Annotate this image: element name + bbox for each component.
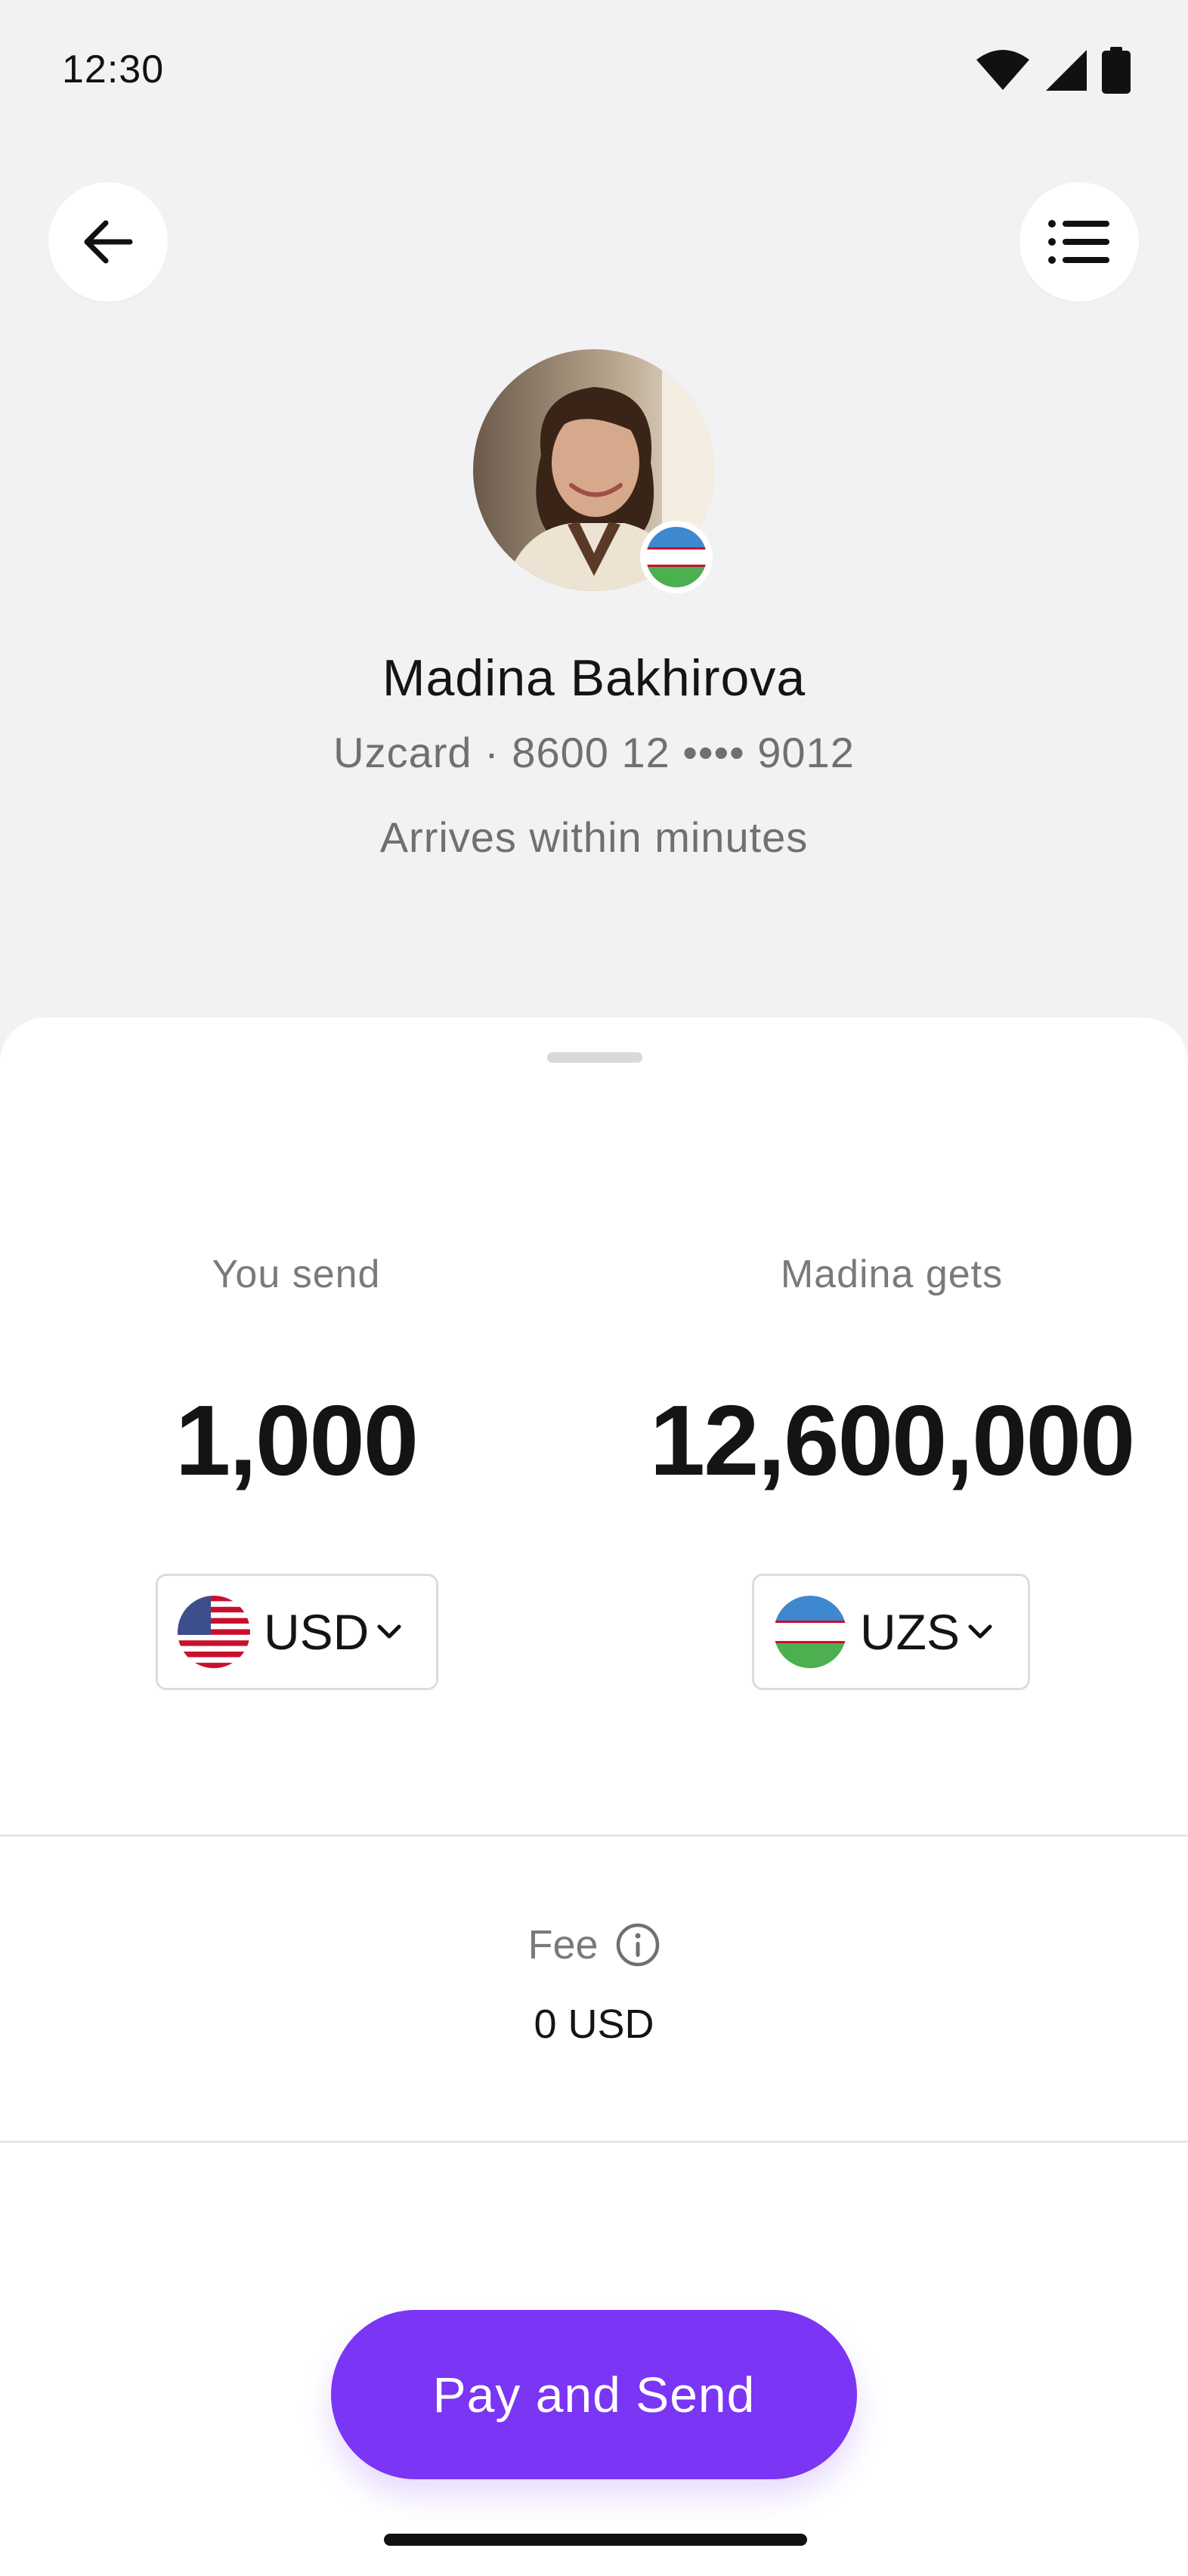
fee-value: 0 USD	[534, 2002, 654, 2047]
receive-currency-code: UZS	[860, 1604, 960, 1660]
chevron-down-icon	[968, 1624, 992, 1639]
receive-currency-selector[interactable]: UZS	[752, 1574, 1030, 1690]
recipient-card: Uzcard · 8600 12 •••• 9012	[333, 729, 855, 776]
chevron-down-icon	[377, 1624, 401, 1639]
battery-icon	[1102, 47, 1131, 94]
send-currency-selector[interactable]: USD	[156, 1574, 438, 1690]
fee-row: Fee	[0, 1921, 1188, 1968]
list-icon	[1048, 220, 1109, 264]
receive-amount-input[interactable]: 12,600,000	[597, 1383, 1186, 1497]
us-flag-icon	[178, 1596, 250, 1668]
status-icons	[975, 47, 1131, 94]
divider	[0, 1834, 1188, 1837]
uzbekistan-flag-badge	[640, 521, 713, 593]
pay-and-send-button[interactable]: Pay and Send	[331, 2310, 857, 2479]
recipient-name: Madina Bakhirova	[382, 649, 806, 707]
uzbekistan-flag-icon	[646, 527, 707, 587]
signal-icon	[1046, 50, 1087, 91]
send-currency-code: USD	[264, 1604, 370, 1660]
menu-button[interactable]	[1019, 182, 1139, 302]
divider	[0, 2141, 1188, 2143]
status-time: 12:30	[62, 48, 165, 91]
home-indicator	[384, 2534, 807, 2546]
back-button[interactable]	[48, 182, 168, 302]
wifi-icon	[976, 50, 1029, 90]
recipient-gets-label: Madina gets	[780, 1252, 1004, 1296]
arrow-left-icon	[84, 220, 133, 264]
you-send-label: You send	[212, 1252, 381, 1296]
uzbekistan-flag-icon	[774, 1596, 846, 1668]
fee-label: Fee	[527, 1922, 599, 1968]
send-amount-input[interactable]: 1,000	[32, 1383, 561, 1497]
sheet-handle[interactable]	[547, 1052, 642, 1063]
info-icon[interactable]	[615, 1922, 661, 1968]
arrival-time: Arrives within minutes	[379, 813, 809, 861]
